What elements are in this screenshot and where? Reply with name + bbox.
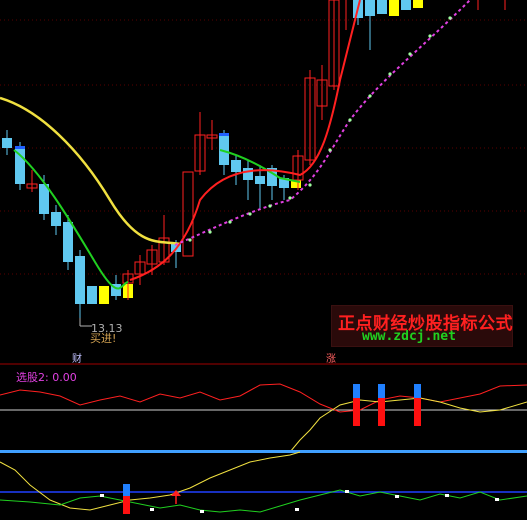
indicator-panel-2 [0,451,527,514]
marker-left: 财 [72,354,82,365]
marker-right: 涨 [326,354,336,365]
stock-chart-window: 正点财经炒股指标公式 www.zdcj.net 13.13 买进! 财 涨 选股… [0,0,527,520]
indicator-panel-1 [0,383,527,453]
ma-magenta [174,0,471,246]
ma-green [13,149,129,290]
buy-signal-label: 买进! [90,332,117,345]
indicator-label: 选股2: 0.00 [16,371,77,384]
chart-canvas [0,0,527,514]
panel-divider-2 [0,450,527,453]
watermark-url: www.zdcj.net [362,329,456,344]
ma-long-yellow [0,96,181,246]
candles [2,0,506,318]
ma-magenta-dots [188,16,452,242]
watermark-box: 正点财经炒股指标公式 www.zdcj.net [331,305,513,347]
